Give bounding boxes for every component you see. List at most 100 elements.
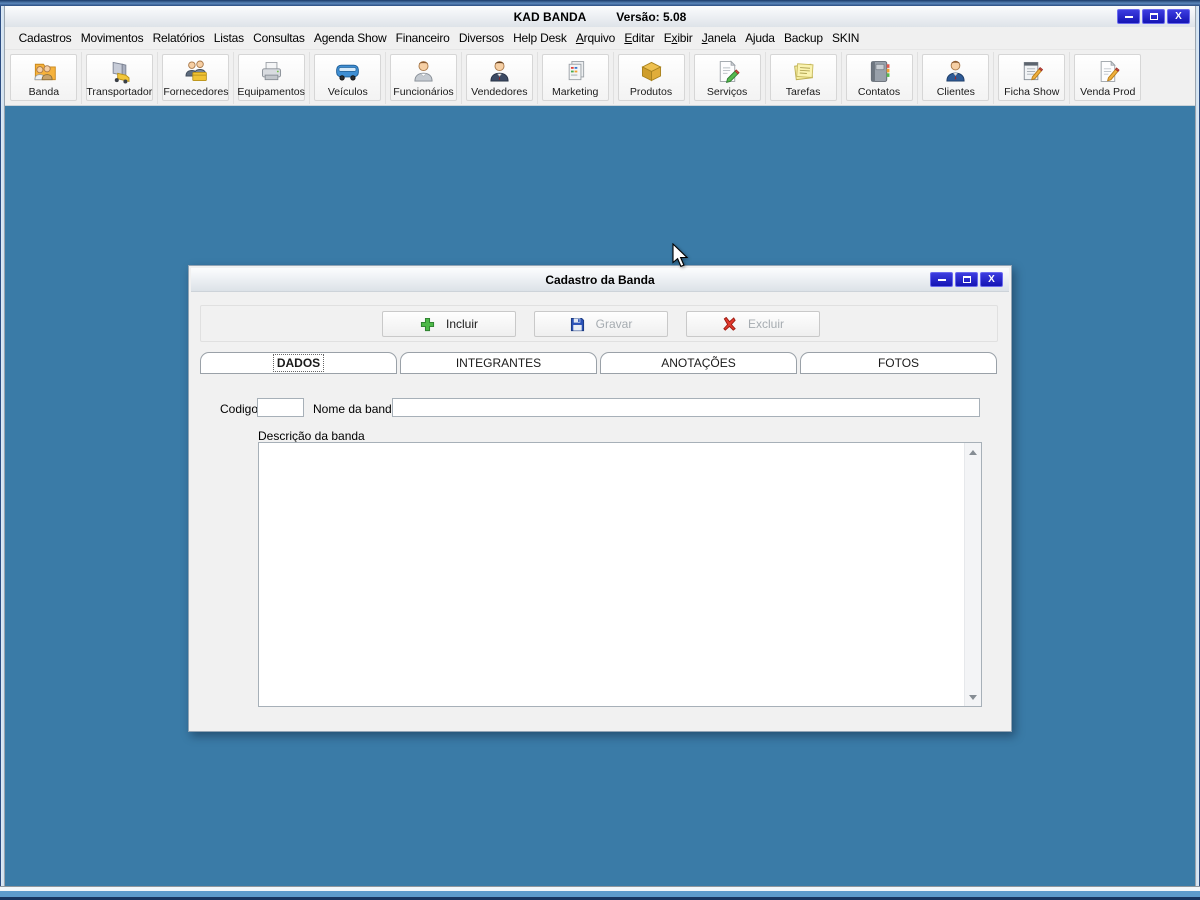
nome-da-banda-label: Nome da banda bbox=[313, 402, 399, 416]
toolbar-button-equipamentos[interactable]: Equipamentos bbox=[238, 54, 305, 101]
tab-content-dados: Codigo Nome da banda Descrição da banda bbox=[191, 373, 1009, 729]
menu-item-financeiro[interactable]: Financeiro bbox=[391, 28, 454, 48]
dialog-close-icon: X bbox=[988, 273, 995, 285]
minimize-button[interactable] bbox=[1117, 9, 1140, 24]
codigo-input[interactable] bbox=[257, 398, 304, 417]
toolbar-button-transportador[interactable]: Transportador bbox=[86, 54, 153, 101]
dialog-close-button[interactable]: X bbox=[980, 272, 1003, 287]
toolbar-separator bbox=[765, 51, 766, 104]
menu-item-diversos[interactable]: Diversos bbox=[454, 28, 508, 48]
scroll-down-button[interactable] bbox=[965, 689, 981, 705]
excluir-button[interactable]: Excluir bbox=[686, 311, 820, 337]
scroll-up-icon bbox=[969, 449, 977, 455]
window-frame-bottom bbox=[0, 886, 1200, 900]
tab-bar: DADOS INTEGRANTES ANOTAÇÕES FOTOS bbox=[200, 352, 997, 374]
menu-item-janela[interactable]: Janela bbox=[697, 28, 740, 48]
dialog-maximize-button[interactable] bbox=[955, 272, 978, 287]
maximize-button[interactable] bbox=[1142, 9, 1165, 24]
dialog-minimize-button[interactable] bbox=[930, 272, 953, 287]
dialog-title: Cadastro da Banda bbox=[545, 272, 655, 287]
toolbar-separator bbox=[841, 51, 842, 104]
gravar-button[interactable]: Gravar bbox=[534, 311, 668, 337]
close-icon: X bbox=[1175, 10, 1182, 22]
toolbar-button-funcionarios[interactable]: Funcionários bbox=[390, 54, 457, 101]
toolbar-button-contatos[interactable]: Contatos bbox=[846, 54, 913, 101]
toolbar-button-label: Produtos bbox=[630, 86, 673, 98]
toolbar-separator bbox=[917, 51, 918, 104]
toolbar-button-label: Venda Prod bbox=[1079, 86, 1136, 98]
menu-item-movimentos[interactable]: Movimentos bbox=[76, 28, 148, 48]
toolbar-separator bbox=[233, 51, 234, 104]
tab-label: INTEGRANTES bbox=[455, 356, 542, 370]
dialog-titlebar[interactable]: Cadastro da Banda X bbox=[191, 268, 1009, 292]
menu-item-cadastros[interactable]: Cadastros bbox=[14, 28, 76, 48]
menu-item-agenda-show[interactable]: Agenda Show bbox=[309, 28, 391, 48]
toolbar-separator bbox=[1069, 51, 1070, 104]
toolbar-button-vendedores[interactable]: Vendedores bbox=[466, 54, 533, 101]
menu-item-arquivo[interactable]: Arquivo bbox=[571, 28, 619, 48]
menu-item-relatorios[interactable]: Relatórios bbox=[148, 28, 209, 48]
vertical-scrollbar[interactable] bbox=[964, 443, 981, 706]
tab-integrantes[interactable]: INTEGRANTES bbox=[400, 352, 597, 374]
toolbar-button-clientes[interactable]: Clientes bbox=[922, 54, 989, 101]
app-version: Versão: 5.08 bbox=[616, 9, 687, 24]
delete-icon bbox=[722, 316, 737, 332]
close-button[interactable]: X bbox=[1167, 9, 1190, 24]
menu-item-exibir[interactable]: Exibir bbox=[659, 28, 697, 48]
menu-item-ajuda[interactable]: Ajuda bbox=[740, 28, 779, 48]
menu-item-skin[interactable]: SKIN bbox=[827, 28, 863, 48]
toolbar-button-servicos[interactable]: Serviços bbox=[694, 54, 761, 101]
action-button-label: Incluir bbox=[445, 317, 478, 331]
maximize-icon bbox=[1149, 13, 1158, 20]
toolbar-button-label: Banda bbox=[28, 86, 59, 98]
toolbar-separator bbox=[309, 51, 310, 104]
action-button-label: Gravar bbox=[595, 317, 633, 331]
toolbar-button-label: Clientes bbox=[936, 86, 975, 98]
action-button-label: Excluir bbox=[747, 317, 784, 331]
app-title: KAD BANDA bbox=[513, 9, 587, 24]
menu-item-consultas[interactable]: Consultas bbox=[249, 28, 310, 48]
descricao-textarea[interactable] bbox=[259, 443, 963, 706]
tab-dados[interactable]: DADOS bbox=[200, 352, 397, 374]
titlebar[interactable]: KAD BANDA Versão: 5.08 X bbox=[5, 6, 1195, 27]
tab-label: ANOTAÇÕES bbox=[661, 356, 736, 370]
window-frame-right bbox=[1195, 6, 1200, 886]
plus-icon bbox=[420, 317, 435, 332]
menu-item-help-desk[interactable]: Help Desk bbox=[509, 28, 572, 48]
menu-item-backup[interactable]: Backup bbox=[779, 28, 827, 48]
toolbar-button-fornecedores[interactable]: Fornecedores bbox=[162, 54, 229, 101]
toolbar-button-veiculos[interactable]: Veículos bbox=[314, 54, 381, 101]
toolbar-button-banda[interactable]: Banda bbox=[10, 54, 77, 101]
toolbar-button-label: Marketing bbox=[552, 86, 599, 98]
toolbar-button-ficha-show[interactable]: Ficha Show bbox=[998, 54, 1065, 101]
toolbar-button-marketing[interactable]: Marketing bbox=[542, 54, 609, 101]
toolbar-button-label: Tarefas bbox=[786, 86, 821, 98]
dialog-window-controls: X bbox=[930, 272, 1003, 287]
mouse-cursor bbox=[672, 243, 689, 268]
save-icon bbox=[570, 317, 585, 332]
dialog-cadastro-da-banda: Cadastro da Banda X Incluir Gravar Excluir… bbox=[188, 265, 1012, 732]
tab-fotos[interactable]: FOTOS bbox=[800, 352, 997, 374]
dialog-maximize-icon bbox=[962, 276, 971, 283]
toolbar-button-tarefas[interactable]: Tarefas bbox=[770, 54, 837, 101]
incluir-button[interactable]: Incluir bbox=[382, 311, 516, 337]
scroll-up-button[interactable] bbox=[965, 444, 981, 460]
codigo-label: Codigo bbox=[220, 402, 259, 416]
toolbar-button-label: Ficha Show bbox=[1003, 86, 1060, 98]
window-controls: X bbox=[1117, 9, 1190, 24]
descricao-da-banda-label: Descrição da banda bbox=[258, 429, 365, 443]
menu-item-editar[interactable]: Editar bbox=[620, 28, 659, 48]
toolbar-separator bbox=[689, 51, 690, 104]
nome-da-banda-input[interactable] bbox=[392, 398, 980, 417]
toolbar-button-label: Transportador bbox=[86, 86, 153, 98]
toolbar-button-label: Vendedores bbox=[471, 86, 528, 98]
tab-anotacoes[interactable]: ANOTAÇÕES bbox=[600, 352, 797, 374]
menu-item-listas[interactable]: Listas bbox=[209, 28, 248, 48]
toolbar-button-produtos[interactable]: Produtos bbox=[618, 54, 685, 101]
toolbar-button-venda-prod[interactable]: Venda Prod bbox=[1074, 54, 1141, 101]
toolbar-button-label: Veículos bbox=[327, 86, 368, 98]
toolbar-separator bbox=[157, 51, 158, 104]
toolbar-separator bbox=[993, 51, 994, 104]
toolbar-button-label: Contatos bbox=[858, 86, 901, 98]
toolbar-button-label: Serviços bbox=[707, 86, 748, 98]
